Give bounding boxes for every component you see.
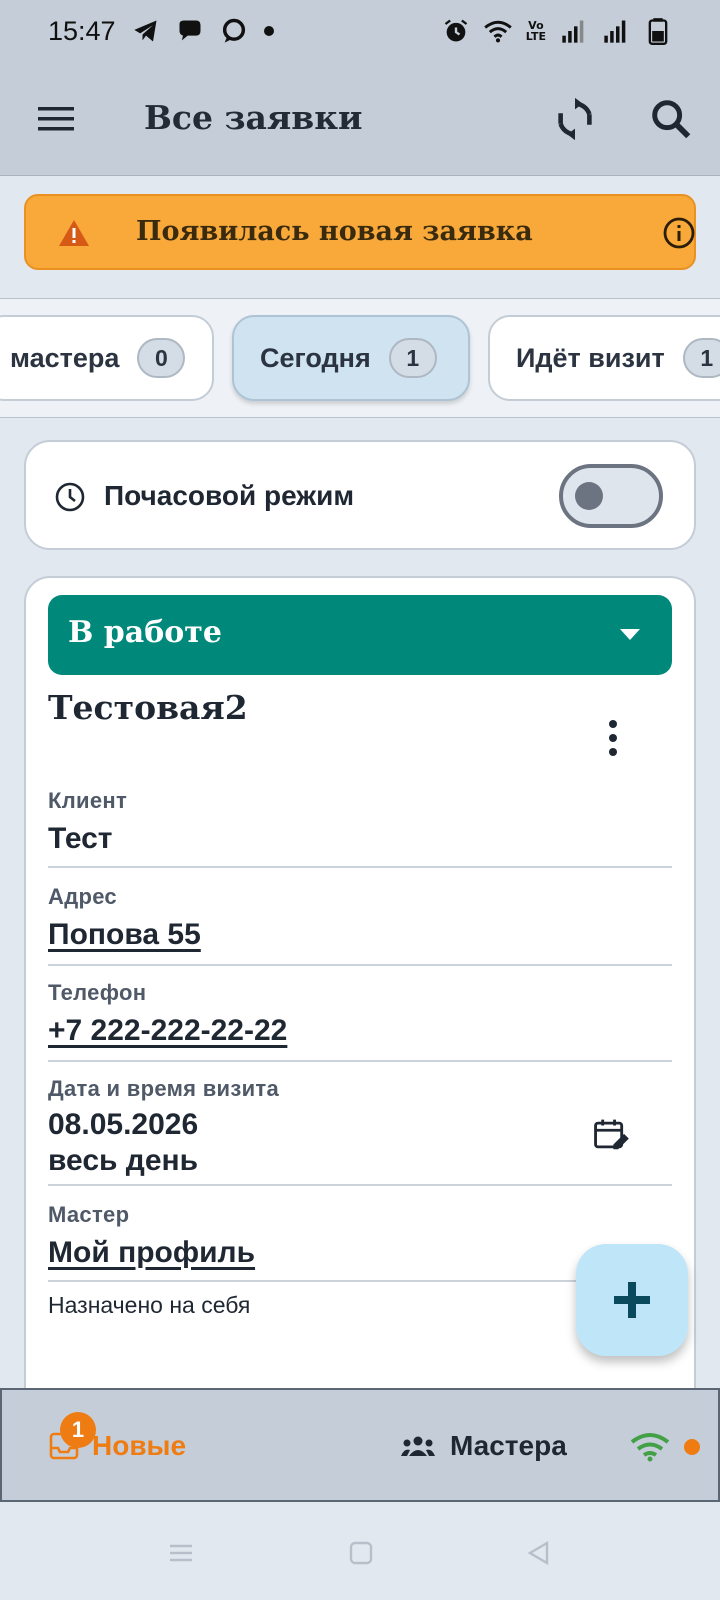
divider (48, 964, 672, 966)
hourly-mode-row: Почасовой режим (24, 440, 696, 550)
divider (48, 1184, 672, 1186)
app-bar: Все заявки (0, 62, 720, 176)
chat-bubble-icon (176, 17, 204, 45)
search-icon[interactable] (648, 96, 694, 142)
tab-today[interactable]: Сегодня 1 (232, 315, 470, 401)
visit-time: весь день (48, 1144, 199, 1177)
connection-status-dot (684, 1439, 700, 1455)
battery-icon (644, 17, 672, 45)
client-label: Клиент (48, 788, 128, 813)
chevron-down-icon (618, 625, 642, 645)
group-icon (401, 1436, 435, 1456)
back-icon[interactable] (524, 1538, 554, 1568)
status-label: В работе (68, 615, 222, 650)
connection-wifi-icon (630, 1432, 670, 1462)
address-label: Адрес (48, 884, 117, 909)
alert-text: Появилась новая заявка (136, 216, 533, 247)
notification-dot-icon (263, 26, 274, 36)
assigned-note: Назначено на себя (48, 1292, 251, 1318)
filter-tabs: мастера 0 Сегодня 1 Идёт визит 1 (0, 298, 720, 418)
status-bar: 15:47 Vo LTE (0, 0, 720, 62)
recent-apps-icon[interactable] (166, 1538, 196, 1568)
client-value: Тест (48, 822, 113, 855)
home-icon[interactable] (346, 1538, 376, 1568)
tab-label: мастера (10, 342, 120, 373)
status-dropdown[interactable]: В работе (48, 595, 672, 675)
visit-date: 08.05.2026 (48, 1108, 199, 1141)
more-options-icon[interactable] (596, 714, 630, 762)
nav-masters[interactable]: Мастера (400, 1430, 567, 1462)
visit-field: Дата и время визита 08.05.2026 весь день (48, 1076, 672, 1178)
tab-visit-in-progress[interactable]: Идёт визит 1 (488, 315, 720, 401)
hourly-mode-label: Почасовой режим (104, 480, 355, 511)
sync-icon[interactable] (552, 96, 598, 142)
page-title: Все заявки (144, 98, 363, 137)
plus-icon (614, 1282, 650, 1318)
new-request-alert[interactable]: Появилась новая заявка (24, 194, 696, 270)
add-request-button[interactable] (576, 1244, 688, 1356)
status-time: 15:47 (48, 15, 116, 46)
divider (48, 866, 672, 868)
phone-link[interactable]: +7 222-222-22-22 (48, 1014, 672, 1048)
master-label: Мастер (48, 1202, 130, 1227)
tab-label: Сегодня (260, 342, 371, 373)
nav-masters-label: Мастера (450, 1430, 567, 1461)
address-field: Адрес Попова 55 (48, 884, 672, 952)
system-nav-bar (0, 1502, 720, 1600)
info-icon[interactable] (662, 216, 696, 250)
menu-icon[interactable] (36, 99, 76, 139)
telegram-icon (132, 17, 160, 45)
tab-label: Идёт визит (516, 342, 665, 373)
bottom-nav: Новые 1 Мастера (0, 1388, 720, 1502)
phone-label: Телефон (48, 980, 147, 1005)
toggle-knob (575, 482, 603, 510)
divider (48, 1060, 672, 1062)
volte-icon: Vo LTE (525, 19, 546, 43)
nav-new-badge: 1 (60, 1412, 96, 1448)
clock-icon (54, 481, 86, 513)
address-link[interactable]: Попова 55 (48, 918, 672, 952)
signal-icon (602, 17, 630, 45)
calendar-edit-icon[interactable] (592, 1116, 630, 1154)
warning-icon (58, 218, 90, 248)
signal-icon (560, 17, 588, 45)
wifi-icon (484, 17, 512, 45)
visit-label: Дата и время визита (48, 1076, 280, 1101)
phone-field: Телефон +7 222-222-22-22 (48, 980, 672, 1048)
hourly-mode-toggle[interactable] (559, 464, 663, 528)
messenger-icon (220, 17, 248, 45)
tab-count-badge: 0 (137, 338, 186, 378)
client-field: Клиент Тест (48, 788, 672, 856)
alarm-icon (442, 17, 470, 45)
job-title: Тестовая2 (48, 688, 248, 727)
tab-masters[interactable]: мастера 0 (0, 315, 214, 401)
tab-count-badge: 1 (682, 338, 720, 378)
nav-new-label: Новые (92, 1430, 187, 1461)
tab-count-badge: 1 (388, 338, 437, 378)
